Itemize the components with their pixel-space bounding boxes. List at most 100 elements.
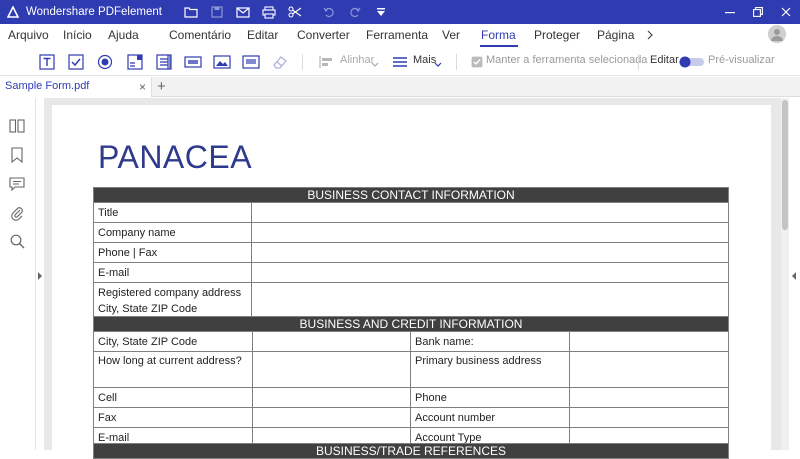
menu-item-editar[interactable]: Editar [247,24,278,48]
menu-bar: Arquivo Início Ajuda Comentário Editar C… [0,24,800,48]
field-label: City, State ZIP Code [93,331,253,352]
pdf-page: PANACEA BUSINESS CONTACT INFORMATION Tit… [52,105,771,459]
form-field-bank-name[interactable] [569,331,729,352]
close-tab-icon[interactable]: × [139,80,146,94]
button-icon[interactable] [183,52,203,72]
vertical-scrollbar[interactable] [781,98,789,450]
minimize-icon[interactable] [716,0,744,24]
user-avatar[interactable] [768,25,786,43]
form-field-primary-address[interactable] [569,351,729,388]
comment-icon[interactable] [8,175,26,193]
form-field-time-at-address[interactable] [252,351,411,388]
expand-right-panel-icon[interactable] [791,269,797,280]
save-icon[interactable] [204,0,230,24]
keep-tool-label: Manter a ferramenta selecionada [486,54,648,66]
redo-icon[interactable] [342,0,368,24]
form-field-phone[interactable] [569,387,729,408]
edit-mode-label: Editar [650,54,679,66]
combo-box-icon[interactable] [125,52,145,72]
mail-icon[interactable] [230,0,256,24]
menu-item-comentario[interactable]: Comentário [169,24,231,48]
menu-item-converter[interactable]: Converter [297,24,350,48]
field-label: Fax [93,407,253,428]
scrollbar-thumb[interactable] [782,100,788,230]
undo-icon[interactable] [316,0,342,24]
thumbnails-icon[interactable] [8,117,26,135]
folder-icon[interactable] [178,0,204,24]
form-field-title[interactable] [251,202,729,223]
field-label: Phone [410,387,570,408]
form-field-phone-fax[interactable] [251,242,729,263]
search-icon[interactable] [8,232,26,250]
keep-tool-checkbox[interactable] [467,52,487,72]
field-label: How long at current address? [93,351,253,388]
field-label: Cell [93,387,253,408]
section-header: BUSINESS/TRADE REFERENCES [93,443,729,459]
field-label: Bank name: [410,331,570,352]
attachment-icon[interactable] [8,204,26,222]
more-icon[interactable] [390,52,410,72]
form-field-email[interactable] [251,262,729,283]
field-label: Company name [93,222,252,243]
image-field-icon[interactable] [212,52,232,72]
left-sidebar [0,98,36,450]
edit-preview-toggle[interactable] [679,52,705,72]
chevron-down-icon[interactable] [370,59,380,69]
menu-item-inicio[interactable]: Início [63,24,92,48]
document-viewport: PANACEA BUSINESS CONTACT INFORMATION Tit… [44,98,788,459]
menu-item-ver[interactable]: Ver [442,24,460,48]
form-field-account-number[interactable] [569,407,729,428]
document-tabstrip: Sample Form.pdf × + [0,77,800,97]
menu-item-forma[interactable]: Forma [480,24,518,48]
menu-item-proteger[interactable]: Proteger [534,24,580,48]
form-field-address[interactable] [251,282,729,320]
restore-icon[interactable] [744,0,772,24]
scissors-icon[interactable] [282,0,308,24]
add-tab-icon[interactable]: + [157,78,166,95]
checkbox-icon[interactable] [66,52,86,72]
tab-label[interactable]: Sample Form.pdf [5,80,89,92]
field-label: Title [93,202,252,223]
form-field-company-name[interactable] [251,222,729,243]
form-field-cell[interactable] [252,387,411,408]
credit-info-table: BUSINESS AND CREDIT INFORMATION City, St… [93,316,729,448]
menu-item-ferramenta[interactable]: Ferramenta [366,24,428,48]
radio-button-icon[interactable] [95,52,115,72]
list-box-icon[interactable] [154,52,174,72]
dropdown-icon[interactable] [368,0,394,24]
app-logo-icon [6,5,20,19]
close-icon[interactable] [772,0,800,24]
print-icon[interactable] [256,0,282,24]
field-label: Primary business address [410,351,570,388]
toolbar-divider [638,54,639,70]
menu-item-arquivo[interactable]: Arquivo [8,24,49,48]
chevron-right-icon[interactable] [646,28,656,44]
field-label: E-mail [93,262,252,283]
chevron-down-icon[interactable] [433,59,443,69]
bookmark-icon[interactable] [8,146,26,164]
toolbar-divider [456,54,457,70]
align-icon[interactable] [317,52,337,72]
references-table: BUSINESS/TRADE REFERENCES [93,443,729,459]
contact-info-table: BUSINESS CONTACT INFORMATION Title Compa… [93,187,729,320]
app-title: Wondershare PDFelement [26,6,162,18]
form-toolbar: Alinhar Mais Manter a ferramenta selecio… [0,48,800,76]
title-bar: Wondershare PDFelement [0,0,800,24]
field-label: Registered company address City, State Z… [93,282,252,320]
form-field-fax[interactable] [252,407,411,428]
company-logo-text: PANACEA [98,139,253,175]
field-label: Phone | Fax [93,242,252,263]
tab-sample-form[interactable]: Sample Form.pdf × [0,77,152,97]
form-field-city-state-zip[interactable] [252,331,411,352]
menu-item-ajuda[interactable]: Ajuda [108,24,139,48]
preview-mode-label: Pré-visualizar [708,54,775,66]
section-header: BUSINESS CONTACT INFORMATION [93,187,729,203]
menu-item-pagina[interactable]: Página [597,24,634,48]
toolbar-divider [302,54,303,70]
signature-field-icon[interactable] [241,52,261,72]
field-label: Account number [410,407,570,428]
expand-left-panel-icon[interactable] [37,269,43,280]
eraser-icon[interactable] [270,52,290,72]
section-header: BUSINESS AND CREDIT INFORMATION [93,316,729,332]
text-field-icon[interactable] [37,52,57,72]
